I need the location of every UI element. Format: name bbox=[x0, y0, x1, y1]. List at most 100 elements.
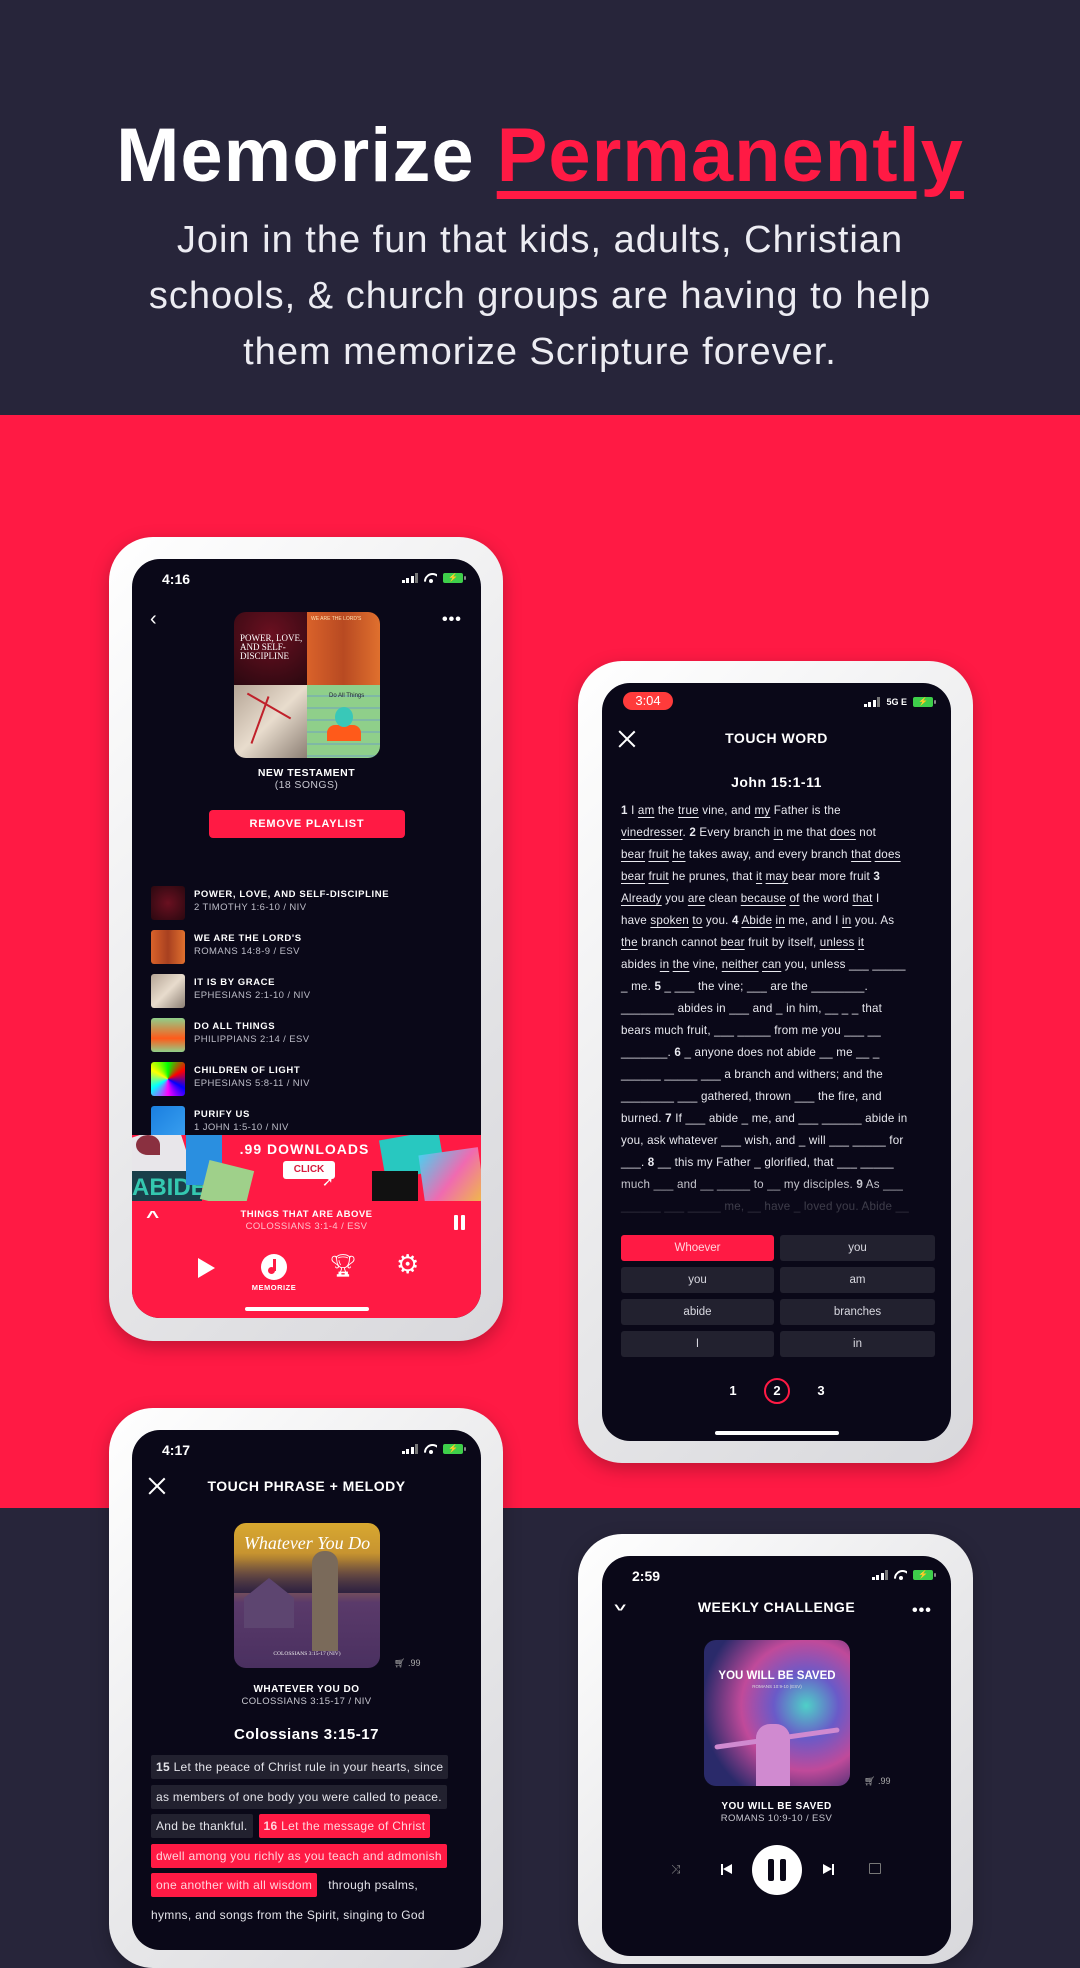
touchable-word[interactable]: in bbox=[660, 958, 669, 971]
word-blank[interactable]: _______ bbox=[621, 1046, 668, 1059]
remove-playlist-button[interactable]: REMOVE PLAYLIST bbox=[209, 810, 405, 838]
touchable-word[interactable]: the bbox=[621, 936, 638, 949]
pause-icon[interactable] bbox=[454, 1215, 458, 1230]
word-blank[interactable]: _____ bbox=[872, 958, 905, 971]
touchable-word[interactable]: in bbox=[776, 914, 785, 927]
word-blank[interactable]: _____ bbox=[853, 1134, 886, 1147]
phrase-segment[interactable]: 16 Let the message of Christ bbox=[258, 1814, 431, 1838]
touchable-word[interactable]: because bbox=[741, 892, 786, 905]
page-3[interactable]: 3 bbox=[808, 1378, 834, 1404]
touchable-word[interactable]: in bbox=[842, 914, 851, 927]
word-blank[interactable]: _ bbox=[665, 980, 672, 993]
touchable-word[interactable]: in bbox=[774, 826, 783, 839]
word-blank[interactable]: ___ bbox=[837, 1156, 857, 1169]
word-blank[interactable]: ___ bbox=[678, 1090, 698, 1103]
touchable-word[interactable]: that bbox=[851, 848, 871, 861]
touchable-word[interactable]: am bbox=[638, 804, 655, 817]
word-blank[interactable]: ___ bbox=[675, 980, 695, 993]
touchable-word[interactable]: true bbox=[678, 804, 699, 817]
word-choice-button[interactable]: in bbox=[780, 1331, 935, 1357]
touchable-word[interactable]: that bbox=[852, 892, 872, 905]
word-blank[interactable]: __ bbox=[856, 1046, 869, 1059]
word-blank[interactable]: _____ bbox=[738, 1024, 771, 1037]
word-blank[interactable]: ______ bbox=[822, 1112, 862, 1125]
phrase-segment[interactable]: 15 Let the peace of Christ rule in your … bbox=[151, 1755, 449, 1779]
more-dots-icon[interactable]: ••• bbox=[442, 612, 462, 628]
shuffle-icon[interactable]: ⤨ bbox=[671, 1862, 681, 1877]
touchable-word[interactable]: Abide bbox=[741, 914, 772, 927]
word-blank[interactable]: _ bbox=[754, 1156, 761, 1169]
word-choice-button[interactable]: abide bbox=[621, 1299, 774, 1325]
word-blank[interactable]: ___ bbox=[729, 1002, 749, 1015]
cart-price[interactable]: 🛒︎ .99 bbox=[864, 1776, 890, 1787]
word-blank[interactable]: ________ bbox=[621, 1090, 674, 1103]
word-blank[interactable]: ___ bbox=[844, 1024, 864, 1037]
touchable-word[interactable]: does bbox=[875, 848, 901, 861]
phrase-segment[interactable]: And be thankful. bbox=[151, 1814, 253, 1838]
word-blank[interactable]: ___ bbox=[849, 958, 869, 971]
word-blank[interactable]: ___ bbox=[721, 1134, 741, 1147]
word-blank[interactable]: _____ bbox=[664, 1068, 697, 1081]
word-blank[interactable]: _ bbox=[842, 1002, 849, 1015]
word-blank[interactable]: _ bbox=[684, 1046, 691, 1059]
memorize-icon[interactable] bbox=[261, 1254, 287, 1280]
phrase-segment[interactable]: as members of one body you were called t… bbox=[151, 1784, 447, 1809]
pause-icon-bar[interactable] bbox=[461, 1215, 465, 1230]
phrase-segment[interactable]: hymns, and songs from the Spirit, singin… bbox=[151, 1903, 430, 1927]
word-blank[interactable]: ___ bbox=[829, 1134, 849, 1147]
touchable-word[interactable]: does bbox=[830, 826, 856, 839]
page-1[interactable]: 1 bbox=[720, 1378, 746, 1404]
word-blank[interactable]: ___ bbox=[686, 1112, 706, 1125]
more-dots-icon[interactable]: ••• bbox=[912, 1603, 932, 1619]
chevron-left-icon[interactable]: ‹ bbox=[150, 609, 157, 629]
touchable-word[interactable]: fruit bbox=[648, 848, 668, 861]
word-blank[interactable]: __ bbox=[820, 1046, 833, 1059]
touchable-word[interactable]: my bbox=[754, 804, 770, 817]
song-list-item[interactable]: POWER, LOVE, AND SELF-DISCIPLINE 2 TIMOTH… bbox=[151, 886, 471, 920]
word-blank[interactable]: ___ bbox=[747, 980, 767, 993]
play-icon[interactable] bbox=[198, 1258, 215, 1278]
touchable-word[interactable]: of bbox=[789, 892, 799, 905]
song-list-item[interactable]: DO ALL THINGS PHILIPPIANS 2:14 / ESV bbox=[151, 1018, 471, 1052]
touchable-word[interactable]: bear bbox=[621, 870, 645, 883]
word-choice-button[interactable]: you bbox=[621, 1267, 774, 1293]
word-blank[interactable]: ________ bbox=[811, 980, 864, 993]
word-blank[interactable]: ________ bbox=[621, 1002, 674, 1015]
word-blank[interactable]: _ bbox=[873, 1046, 880, 1059]
word-blank[interactable]: __ bbox=[868, 1024, 881, 1037]
touchable-word[interactable]: to bbox=[692, 914, 702, 927]
word-choice-button[interactable]: branches bbox=[780, 1299, 935, 1325]
song-list-item[interactable]: WE ARE THE LORD'S ROMANS 14:8-9 / ESV bbox=[151, 930, 471, 964]
word-blank[interactable]: _ bbox=[621, 980, 628, 993]
word-choice-button[interactable]: you bbox=[780, 1235, 935, 1261]
cart-price[interactable]: 🛒︎ .99 bbox=[394, 1658, 420, 1669]
phrase-segment[interactable]: through psalms, bbox=[323, 1873, 423, 1897]
memorize-label[interactable]: MEMORIZE bbox=[244, 1283, 304, 1292]
trophy-icon[interactable]: 🏆︎ bbox=[329, 1253, 357, 1279]
word-blank[interactable]: _ bbox=[852, 1002, 859, 1015]
word-blank[interactable]: ______ bbox=[621, 1068, 661, 1081]
previous-icon[interactable] bbox=[721, 1864, 732, 1875]
phrase-segment[interactable]: dwell among you richly as you teach and … bbox=[151, 1843, 447, 1868]
touchable-word[interactable]: he bbox=[672, 848, 685, 861]
phrase-segment[interactable]: one another with all wisdom bbox=[151, 1873, 318, 1897]
touchable-word[interactable]: it bbox=[858, 936, 864, 949]
word-blank[interactable]: ___ bbox=[714, 1024, 734, 1037]
word-blank[interactable]: ___ bbox=[798, 1112, 818, 1125]
next-icon[interactable] bbox=[823, 1864, 834, 1875]
repeat-icon[interactable] bbox=[869, 1863, 881, 1874]
word-blank[interactable]: _____ bbox=[861, 1156, 894, 1169]
word-choice-button[interactable]: Whoever bbox=[621, 1235, 774, 1261]
word-choice-button[interactable]: am bbox=[780, 1267, 935, 1293]
word-blank[interactable]: _ bbox=[742, 1112, 749, 1125]
word-blank[interactable]: ___ bbox=[701, 1068, 721, 1081]
touchable-word[interactable]: are bbox=[688, 892, 705, 905]
touchable-word[interactable]: can bbox=[762, 958, 781, 971]
gear-icon[interactable]: ⚙ bbox=[396, 1251, 419, 1277]
word-blank[interactable]: _ bbox=[799, 1134, 806, 1147]
page-2[interactable]: 2 bbox=[764, 1378, 790, 1404]
word-blank[interactable]: ___ bbox=[795, 1090, 815, 1103]
word-blank[interactable]: __ bbox=[658, 1156, 671, 1169]
song-list-item[interactable]: CHILDREN OF LIGHT EPHESIANS 5:8-11 / NIV bbox=[151, 1062, 471, 1096]
touchable-word[interactable]: the bbox=[673, 958, 690, 971]
